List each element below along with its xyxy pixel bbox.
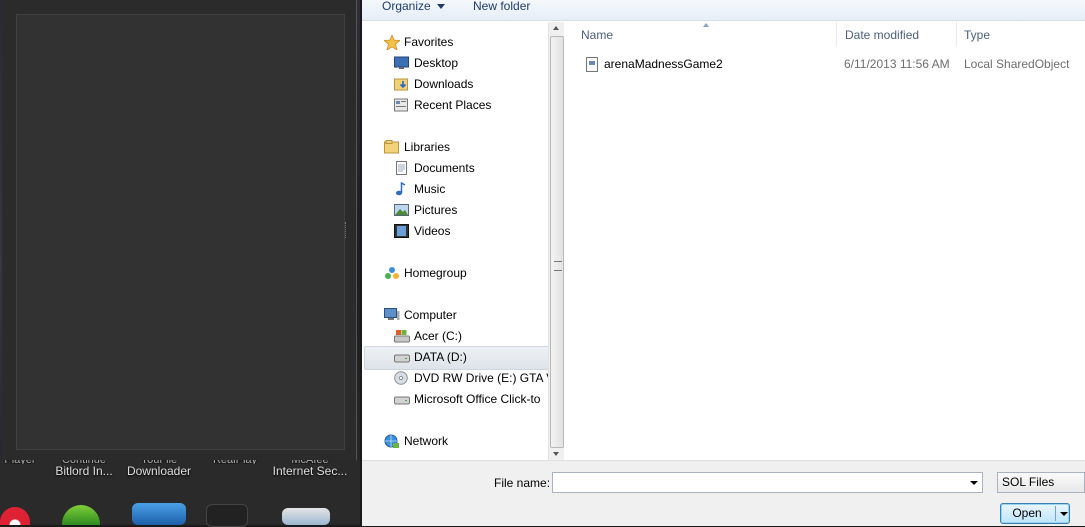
file-icon — [586, 57, 598, 72]
column-header-type[interactable]: Type — [957, 22, 1085, 46]
desktop-icon — [394, 56, 409, 70]
file-name-combobox[interactable] — [552, 472, 983, 493]
grip-icon — [554, 261, 562, 271]
dialog-bottom-bar: File name: SOL Files Open — [362, 460, 1085, 526]
background-app-window — [2, 0, 357, 460]
documents-icon — [394, 161, 409, 175]
sort-ascending-icon — [703, 23, 709, 27]
navigation-scrollbar[interactable] — [548, 22, 564, 460]
file-type: Local SharedObject — [964, 57, 1070, 71]
scroll-down-arrow-icon[interactable] — [553, 452, 559, 456]
scroll-up-arrow-icon[interactable] — [553, 26, 559, 30]
chevron-down-icon[interactable] — [970, 481, 978, 485]
pictures-icon — [394, 203, 409, 217]
organize-button[interactable]: Organize — [382, 0, 445, 14]
music-note-icon — [394, 181, 409, 196]
navigation-pane: Favorites Desktop Downloads Recent Place… — [362, 22, 554, 460]
videos-icon — [394, 224, 409, 238]
new-folder-button[interactable]: New folder — [473, 0, 530, 14]
file-date-modified: 6/11/2013 11:56 AM — [844, 57, 950, 71]
file-name: arenaMadnessGame2 — [604, 57, 723, 71]
hard-drive-icon — [394, 350, 410, 364]
file-name-input[interactable] — [556, 473, 965, 493]
open-button[interactable]: Open — [1000, 503, 1070, 524]
dvd-drive-icon — [394, 371, 409, 385]
chevron-down-icon — [436, 4, 445, 10]
network-icon — [384, 434, 399, 448]
column-header-name[interactable]: Name — [564, 22, 837, 46]
scrollbar-thumb[interactable] — [550, 36, 564, 448]
desktop-background: Player Continue Bitlord In... YouFile Do… — [0, 0, 360, 527]
desktop-icon-label-player[interactable]: Player — [0, 460, 40, 464]
dialog-toolbar: Organize New folder — [362, 0, 1085, 21]
recent-places-icon — [394, 98, 409, 112]
downloads-folder-icon — [394, 77, 409, 91]
desktop-icon-label-realplay[interactable]: RealPlay — [205, 460, 265, 464]
desktop-icon-label-mcafee[interactable]: McAfee Internet Sec... — [270, 460, 350, 478]
column-header-row: Name Date modified Type — [564, 22, 1085, 46]
open-file-dialog: Organize New folder Favorites Desktop Do… — [362, 0, 1085, 526]
desktop-icon-label-bitlord[interactable]: Continue Bitlord In... — [48, 460, 120, 478]
background-app-canvas — [16, 14, 345, 450]
mcafee-icon[interactable] — [282, 508, 330, 525]
star-icon — [382, 33, 402, 51]
file-type-filter-select[interactable]: SOL Files — [997, 472, 1085, 493]
computer-icon — [384, 308, 400, 322]
file-row[interactable]: arenaMadnessGame2 6/11/2013 11:56 AM Loc… — [564, 54, 1085, 74]
desktop-icon-label-youfile[interactable]: YouFile Downloader — [122, 460, 196, 478]
chevron-down-icon[interactable] — [1060, 512, 1068, 516]
realplayer-icon[interactable] — [206, 504, 248, 527]
column-header-date-modified[interactable]: Date modified — [837, 22, 957, 46]
split-divider — [1055, 506, 1056, 521]
hard-drive-icon — [394, 392, 410, 406]
file-name-label: File name: — [494, 476, 551, 490]
youfile-downloader-icon[interactable] — [132, 503, 186, 525]
resize-grip[interactable] — [345, 222, 348, 238]
libraries-icon — [384, 140, 399, 154]
file-list-pane: Name Date modified Type arenaMadnessGame… — [564, 22, 1085, 460]
homegroup-icon — [384, 266, 399, 280]
system-drive-icon — [394, 329, 410, 343]
